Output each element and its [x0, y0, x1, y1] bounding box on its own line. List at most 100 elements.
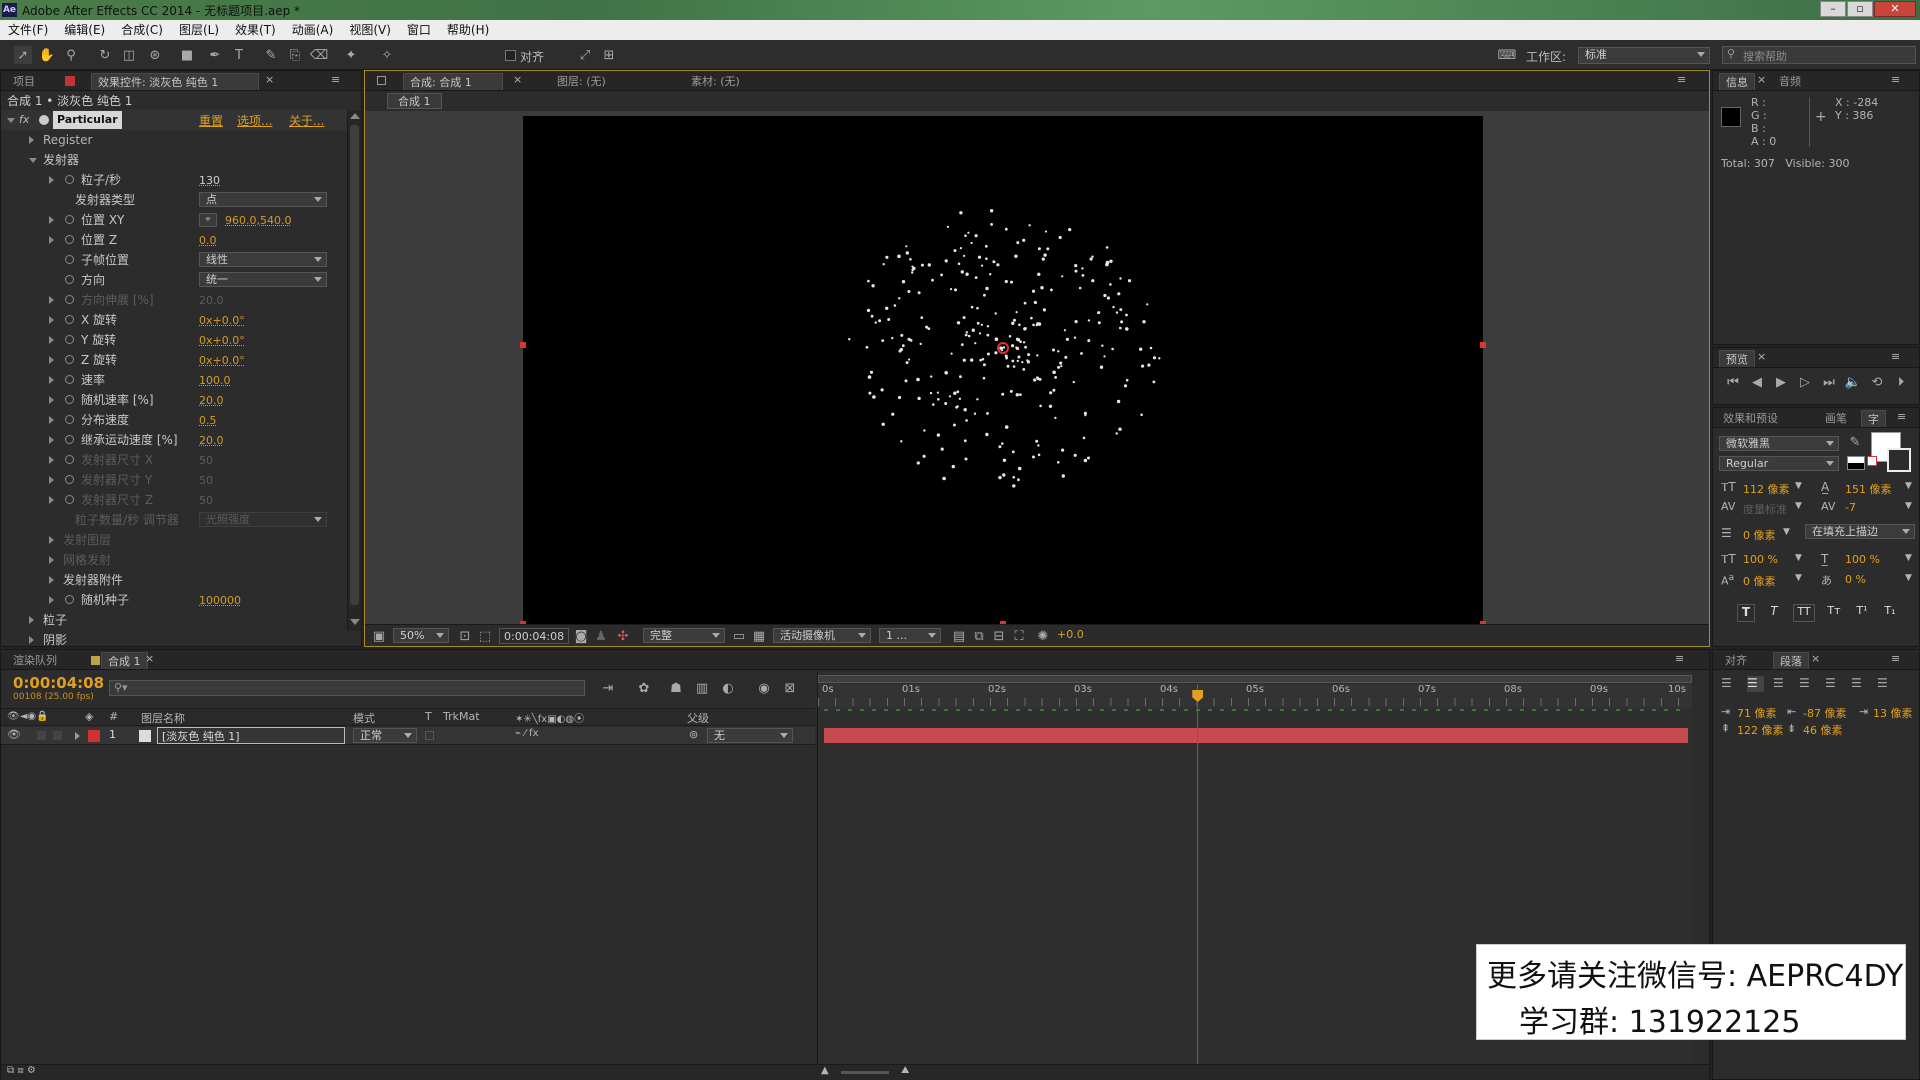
space-after-value[interactable]: 46 像素: [1803, 722, 1843, 738]
effect-property-row[interactable]: 随机种子 100000: [1, 590, 347, 610]
snap-options-icon[interactable]: ⤢: [576, 46, 594, 64]
layer-duration-bar[interactable]: [824, 728, 1688, 743]
effect-property-value[interactable]: 0x+0.0°: [199, 331, 245, 351]
eyedropper-icon[interactable]: ✎: [1847, 434, 1863, 450]
stopwatch-icon[interactable]: [65, 435, 74, 444]
pan-behind-tool-icon[interactable]: ⊛: [146, 46, 164, 64]
subscript-button[interactable]: T₁: [1881, 604, 1899, 622]
expand-icon[interactable]: [49, 576, 54, 584]
rectangle-tool-icon[interactable]: ■: [178, 46, 196, 64]
exposure-icon[interactable]: ✺: [1035, 628, 1051, 644]
expand-layer-icon[interactable]: [75, 732, 80, 740]
tab-info[interactable]: 信息: [1719, 73, 1755, 90]
indent-left-value[interactable]: 71 像素: [1737, 705, 1777, 721]
grid-snap-icon[interactable]: ⊞: [600, 46, 618, 64]
layer-name[interactable]: [淡灰色 纯色 1]: [157, 727, 345, 744]
effect-property-value[interactable]: 20.0: [199, 291, 224, 311]
stopwatch-icon[interactable]: [65, 215, 74, 224]
visibility-icon[interactable]: 👁: [7, 728, 21, 741]
kerning-dd-icon[interactable]: ▼: [1795, 501, 1802, 511]
footer-toggle-icons[interactable]: ⧉ ⧈ ⚙: [7, 1065, 36, 1076]
col-layer-name[interactable]: 图层名称: [141, 710, 185, 726]
motion-blur-icon[interactable]: ◐: [717, 680, 739, 696]
effect-property-value[interactable]: 0x+0.0°: [199, 351, 245, 371]
ram-preview-icon[interactable]: ⏵: [1893, 374, 1909, 390]
justify-right-icon[interactable]: ☰: [1851, 676, 1868, 692]
expand-icon[interactable]: [49, 476, 54, 484]
view-layout-dropdown[interactable]: 1 ...: [879, 628, 941, 643]
effect-property-value[interactable]: 50: [199, 451, 213, 471]
menu-effect[interactable]: 效果(T): [227, 20, 284, 40]
effect-property-row[interactable]: 随机速率 [%] 20.0: [1, 390, 347, 410]
stroke-width-value[interactable]: 0 像素: [1743, 527, 1776, 543]
tab-preview[interactable]: 预览: [1719, 350, 1755, 367]
effect-property-value[interactable]: 50: [199, 491, 213, 511]
selection-tool-icon[interactable]: ➚: [14, 46, 32, 64]
hand-tool-icon[interactable]: ✋: [38, 46, 56, 64]
next-frame-icon[interactable]: ▷: [1797, 374, 1813, 390]
resolution-dropdown[interactable]: 完整: [643, 628, 725, 643]
layer-switches[interactable]: ⌁ ⁄ fx: [515, 728, 539, 739]
panel-menu-icon[interactable]: ≡: [331, 73, 340, 86]
play-icon[interactable]: ▶: [1773, 374, 1789, 390]
first-frame-icon[interactable]: ⏮: [1725, 374, 1741, 390]
tab-info-close-icon[interactable]: ×: [1757, 73, 1766, 86]
about-link[interactable]: 关于...: [289, 112, 324, 129]
tracking-dd-icon[interactable]: ▼: [1905, 501, 1912, 511]
effect-property-dropdown[interactable]: 光照强度: [199, 512, 327, 527]
faux-bold-button[interactable]: T: [1737, 604, 1755, 622]
parent-pickwhip-icon[interactable]: ⊚: [689, 728, 698, 741]
eraser-tool-icon[interactable]: ⌫: [310, 46, 328, 64]
last-frame-icon[interactable]: ⏭: [1821, 374, 1837, 390]
track-matte-box[interactable]: [425, 731, 434, 740]
camera-view-dropdown[interactable]: 活动摄像机: [773, 628, 871, 643]
tab-character[interactable]: 字: [1861, 410, 1886, 427]
effect-property-row[interactable]: 阴影: [1, 630, 347, 650]
effect-property-row[interactable]: 发射器尺寸 X 50: [1, 450, 347, 470]
roto-brush-tool-icon[interactable]: ✦: [342, 46, 360, 64]
expand-icon[interactable]: [49, 336, 54, 344]
comp-panel-menu-icon[interactable]: ≡: [1677, 73, 1686, 86]
frame-blending-icon[interactable]: ▥: [691, 680, 713, 696]
collapse-icon[interactable]: [29, 158, 37, 163]
effect-property-row[interactable]: 发射器尺寸 Y 50: [1, 470, 347, 490]
timeline-icon[interactable]: ⊟: [991, 628, 1007, 644]
pen-tool-icon[interactable]: ✒: [206, 46, 224, 64]
tab-footage[interactable]: 素材: (无): [685, 73, 746, 90]
effect-property-row[interactable]: 位置 XY 960.0,540.0 ⌖: [1, 210, 347, 230]
expand-icon[interactable]: [49, 216, 54, 224]
effect-property-row[interactable]: Register: [1, 130, 347, 150]
show-snapshot-icon[interactable]: ♟: [593, 628, 609, 644]
menu-edit[interactable]: 编辑(E): [56, 20, 113, 40]
stopwatch-icon[interactable]: [65, 235, 74, 244]
size-dd-icon[interactable]: ▼: [1795, 481, 1802, 491]
solo-toggle-icon[interactable]: [53, 731, 62, 740]
parent-dropdown[interactable]: 无: [707, 728, 793, 743]
expand-icon[interactable]: [29, 636, 34, 644]
tab-project[interactable]: 项目: [7, 73, 41, 90]
black-white-swatch[interactable]: [1847, 456, 1865, 470]
expand-icon[interactable]: [49, 396, 54, 404]
effect-property-value[interactable]: 0.5: [199, 411, 217, 431]
expand-icon[interactable]: [49, 596, 54, 604]
effect-property-row[interactable]: 分布速度 0.5: [1, 410, 347, 430]
effect-property-row[interactable]: 粒子数量/秒 调节器 光照强度: [1, 510, 347, 530]
indent-right-value[interactable]: 13 像素: [1873, 705, 1913, 721]
search-help-field[interactable]: ⚲ 搜索帮助: [1722, 46, 1916, 64]
camera-tool-icon[interactable]: ◫: [120, 46, 138, 64]
always-preview-icon[interactable]: ▣: [371, 628, 387, 644]
font-size-value[interactable]: 112 像素: [1743, 481, 1790, 497]
exposure-value[interactable]: +0.0: [1057, 628, 1084, 641]
vscale-dd-icon[interactable]: ▼: [1795, 553, 1802, 563]
faux-italic-button[interactable]: T: [1765, 604, 1783, 622]
comp-viewport[interactable]: [523, 116, 1483, 624]
font-family-dropdown[interactable]: 微软雅黑: [1719, 436, 1839, 451]
baseline-shift-value[interactable]: 0 像素: [1743, 573, 1776, 589]
expand-icon[interactable]: [49, 296, 54, 304]
flowchart-icon[interactable]: ⛶: [1011, 628, 1027, 644]
layer-handle[interactable]: [1480, 342, 1486, 348]
tab-preview-close-icon[interactable]: ×: [1757, 350, 1766, 363]
expand-icon[interactable]: [49, 456, 54, 464]
comp-subtab[interactable]: 合成 1: [387, 93, 442, 109]
stopwatch-icon[interactable]: [65, 315, 74, 324]
